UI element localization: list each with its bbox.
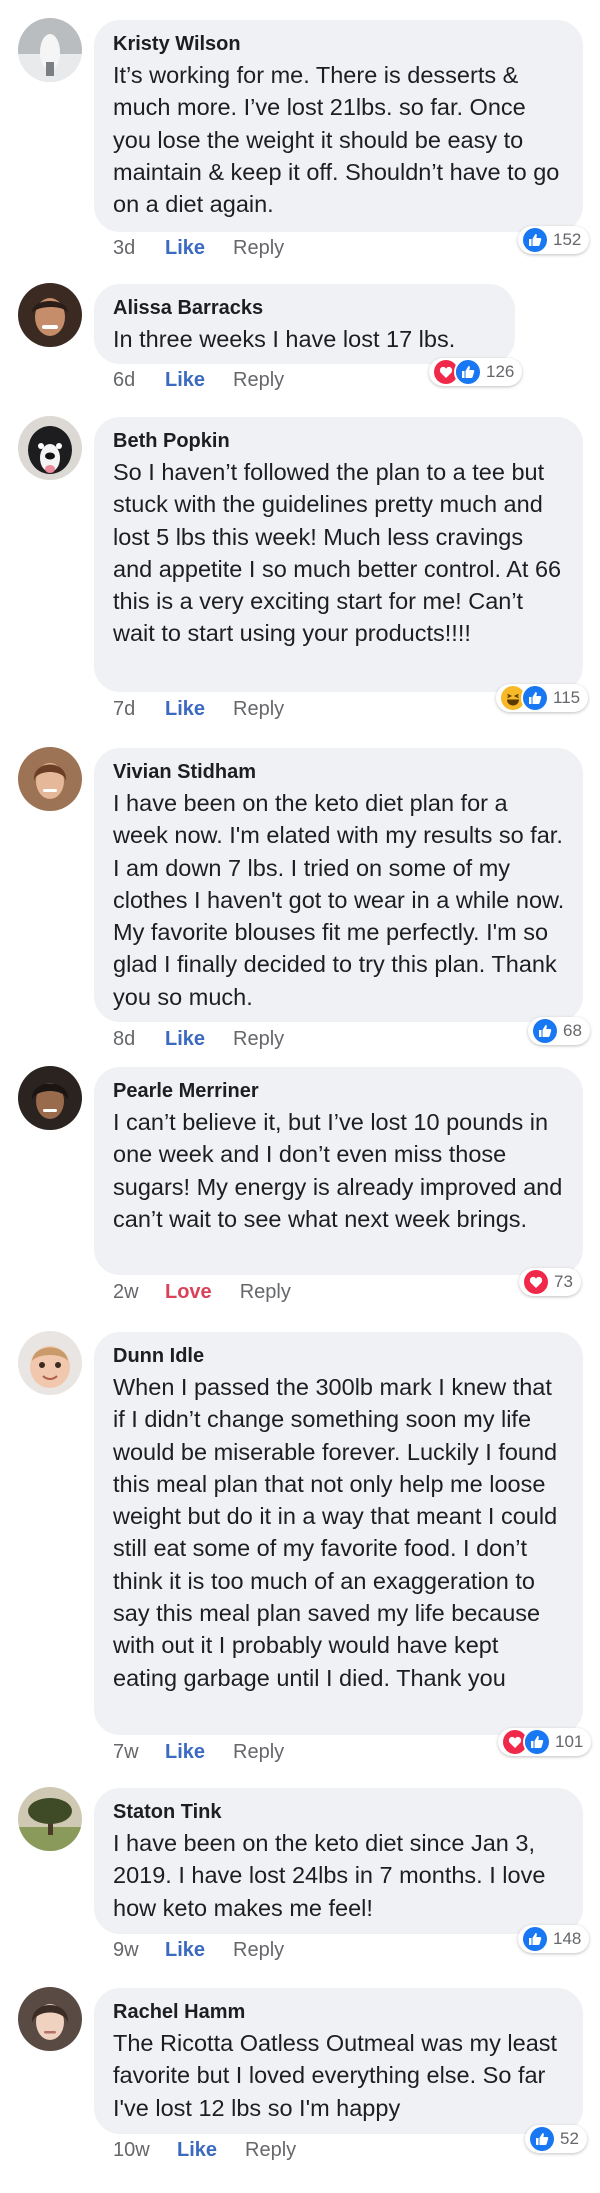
- comment-text: So I haven’t followed the plan to a tee …: [113, 459, 562, 647]
- comment-actions: 2w Love Reply: [113, 1280, 291, 1304]
- comment-text: In three weeks I have lost 17 lbs.: [113, 326, 456, 352]
- like-reaction-icon: [523, 1728, 551, 1756]
- avatar[interactable]: [18, 1787, 82, 1851]
- comment-text: I have been on the keto diet plan for a …: [113, 790, 565, 1010]
- comment-bubble: Vivian Stidham I have been on the keto d…: [94, 748, 583, 1022]
- comment-bubble: Beth Popkin So I haven’t followed the pl…: [94, 417, 583, 692]
- avatar[interactable]: [18, 416, 82, 480]
- comment-actions: 3d Like Reply: [113, 236, 284, 260]
- comment-bubble: Alissa Barracks In three weeks I have lo…: [94, 284, 515, 364]
- like-reaction-icon: [454, 358, 482, 386]
- like-button[interactable]: Like: [177, 2138, 217, 2162]
- reply-button[interactable]: Reply: [233, 1740, 284, 1764]
- avatar[interactable]: [18, 283, 82, 347]
- avatar-image: [18, 1787, 82, 1851]
- reaction-summary[interactable]: 68: [528, 1017, 590, 1045]
- reply-button[interactable]: Reply: [233, 368, 284, 392]
- timestamp[interactable]: 6d: [113, 368, 165, 392]
- like-reaction-icon: [531, 1017, 559, 1045]
- reaction-summary[interactable]: 126: [429, 358, 523, 386]
- reaction-summary[interactable]: 115: [496, 684, 589, 712]
- comment-text: When I passed the 300lb mark I knew that…: [113, 1374, 558, 1691]
- timestamp[interactable]: 8d: [113, 1027, 165, 1051]
- like-reaction-icon: [521, 684, 549, 712]
- avatar-image: [18, 18, 82, 82]
- reaction-count: 68: [563, 1021, 582, 1040]
- reaction-count: 52: [560, 2129, 579, 2148]
- reaction-summary[interactable]: 152: [518, 226, 590, 254]
- timestamp[interactable]: 9w: [113, 1938, 165, 1962]
- avatar-image: [18, 747, 82, 811]
- avatar-image: [18, 1331, 82, 1395]
- reaction-summary[interactable]: 73: [519, 1268, 581, 1296]
- reaction-summary[interactable]: 148: [518, 1925, 590, 1953]
- comment-text: The Ricotta Oatless Outmeal was my least…: [113, 2030, 558, 2121]
- reaction-count: 126: [486, 362, 515, 381]
- like-reaction-icon: [521, 226, 549, 254]
- reaction-count: 73: [554, 1272, 573, 1291]
- author-name[interactable]: Pearle Merriner: [113, 1079, 565, 1103]
- comment-bubble: Pearle Merriner I can’t believe it, but …: [94, 1067, 583, 1275]
- reply-button[interactable]: Reply: [240, 1280, 291, 1304]
- author-name[interactable]: Dunn Idle: [113, 1344, 565, 1368]
- author-name[interactable]: Kristy Wilson: [113, 32, 565, 56]
- author-name[interactable]: Staton Tink: [113, 1800, 565, 1824]
- comment-actions: 9w Like Reply: [113, 1938, 284, 1962]
- comment-actions: 7d Like Reply: [113, 697, 284, 721]
- comment-actions: 6d Like Reply: [113, 368, 284, 392]
- timestamp[interactable]: 10w: [113, 2138, 177, 2162]
- like-button[interactable]: Like: [165, 1938, 205, 1962]
- like-button[interactable]: Like: [165, 697, 205, 721]
- love-button[interactable]: Love: [165, 1280, 212, 1304]
- reaction-count: 152: [553, 230, 582, 249]
- author-name[interactable]: Vivian Stidham: [113, 760, 565, 784]
- comment-actions: 8d Like Reply: [113, 1027, 284, 1051]
- comment-text: It’s working for me. There is desserts &…: [113, 62, 560, 218]
- comment-actions: 10w Like Reply: [113, 2138, 296, 2162]
- comment-bubble: Kristy Wilson It’s working for me. There…: [94, 20, 583, 232]
- reaction-summary[interactable]: 52: [525, 2125, 587, 2153]
- comment-text: I can’t believe it, but I’ve lost 10 pou…: [113, 1109, 563, 1232]
- author-name[interactable]: Rachel Hamm: [113, 2000, 565, 2024]
- like-reaction-icon: [528, 2125, 556, 2153]
- avatar-image: [18, 1987, 82, 2051]
- comment-bubble: Dunn Idle When I passed the 300lb mark I…: [94, 1332, 583, 1735]
- reply-button[interactable]: Reply: [233, 1027, 284, 1051]
- avatar-image: [18, 1066, 82, 1130]
- like-reaction-icon: [521, 1925, 549, 1953]
- like-button[interactable]: Like: [165, 1740, 205, 1764]
- avatar[interactable]: [18, 1987, 82, 2051]
- comment-bubble: Staton Tink I have been on the keto diet…: [94, 1788, 583, 1934]
- reply-button[interactable]: Reply: [233, 697, 284, 721]
- like-button[interactable]: Like: [165, 236, 205, 260]
- comment-text: I have been on the keto diet since Jan 3…: [113, 1830, 546, 1921]
- timestamp[interactable]: 3d: [113, 236, 165, 260]
- timestamp[interactable]: 7w: [113, 1740, 165, 1764]
- reply-button[interactable]: Reply: [233, 1938, 284, 1962]
- like-button[interactable]: Like: [165, 1027, 205, 1051]
- like-button[interactable]: Like: [165, 368, 205, 392]
- comment-actions: 7w Like Reply: [113, 1740, 284, 1764]
- reaction-count: 101: [555, 1732, 584, 1751]
- avatar-image: [18, 283, 82, 347]
- reaction-count: 148: [553, 1929, 582, 1948]
- comment-bubble: Rachel Hamm The Ricotta Oatless Outmeal …: [94, 1988, 583, 2134]
- reply-button[interactable]: Reply: [245, 2138, 296, 2162]
- love-reaction-icon: [522, 1268, 550, 1296]
- reply-button[interactable]: Reply: [233, 236, 284, 260]
- timestamp[interactable]: 2w: [113, 1280, 165, 1304]
- reaction-summary[interactable]: 101: [498, 1728, 592, 1756]
- reaction-count: 115: [553, 688, 581, 707]
- avatar[interactable]: [18, 747, 82, 811]
- avatar-image: [18, 416, 82, 480]
- avatar[interactable]: [18, 18, 82, 82]
- author-name[interactable]: Alissa Barracks: [113, 296, 497, 320]
- avatar[interactable]: [18, 1331, 82, 1395]
- timestamp[interactable]: 7d: [113, 697, 165, 721]
- author-name[interactable]: Beth Popkin: [113, 429, 565, 453]
- avatar[interactable]: [18, 1066, 82, 1130]
